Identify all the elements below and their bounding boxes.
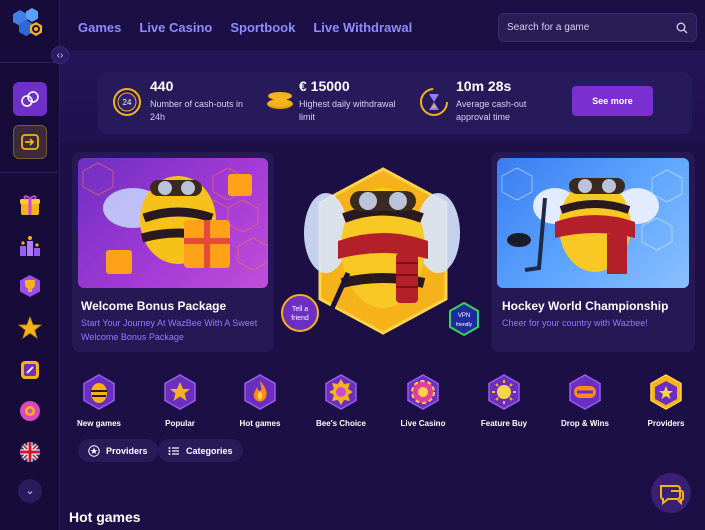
- welcome-bonus-image: [78, 158, 268, 288]
- sidebar-collapse-button[interactable]: ‹›: [51, 46, 69, 64]
- cashouts-badge: 24: [123, 98, 132, 107]
- tell-friend-bubble-text-2: friend: [291, 315, 309, 322]
- hero-bee-banner[interactable]: Tell a friend VPN friendly: [278, 163, 488, 343]
- category-feature-buy[interactable]: Feature Buy: [474, 373, 534, 428]
- stat-withdrawal-label-2: limit: [299, 112, 315, 122]
- category-label: New games: [76, 419, 122, 428]
- nav-live-casino[interactable]: Live Casino: [139, 20, 212, 35]
- search-icon[interactable]: [676, 22, 688, 34]
- bee-new-icon: [80, 373, 118, 411]
- categories-filter-label: Categories: [186, 445, 233, 456]
- hockey-championship-image: [497, 158, 689, 288]
- coins-icon: [21, 91, 39, 107]
- wazbee-logo[interactable]: [10, 6, 50, 46]
- badge-icon: [322, 373, 360, 411]
- language-flag-icon[interactable]: [17, 439, 43, 465]
- hex-star-icon: [647, 373, 685, 411]
- category-label: Bee's Choice: [316, 419, 366, 428]
- sidebar-divider: [0, 62, 60, 63]
- search-input[interactable]: [507, 22, 676, 33]
- promo-ticket-icon[interactable]: [17, 357, 43, 383]
- promo-card-hockey[interactable]: Hockey World Championship Cheer for your…: [491, 152, 695, 352]
- gold-coins-icon: [264, 86, 296, 118]
- nav-games[interactable]: Games: [78, 20, 121, 35]
- search-bar[interactable]: [498, 13, 697, 42]
- deposit-button[interactable]: [13, 125, 47, 159]
- stat-approval-value: 10m 28s: [456, 78, 512, 94]
- stat-withdrawal-value: € 15000: [299, 78, 350, 94]
- chevrons-horizontal-icon: ‹›: [56, 50, 64, 61]
- stat-approval: 10m 28s Average cash-out approval time: [456, 78, 526, 124]
- sidebar-more-button[interactable]: ⌄: [18, 479, 42, 503]
- nav-sportbook[interactable]: Sportbook: [230, 20, 295, 35]
- vpn-bubble-text-2: friendly: [456, 322, 473, 328]
- category-bees-choice[interactable]: Bee's Choice: [311, 373, 371, 428]
- stat-cashouts: 440 Number of cash-outs in 24h: [150, 78, 243, 124]
- chat-support-button[interactable]: [651, 473, 691, 513]
- category-label: Feature Buy: [480, 419, 528, 428]
- hockey-card-subtitle: Cheer for your country with Wazbee!: [502, 318, 648, 328]
- stat-withdrawal: € 15000 Highest daily withdrawal limit: [299, 78, 396, 124]
- nav-live-withdrawal[interactable]: Live Withdrawal: [313, 20, 412, 35]
- category-label: Hot games: [239, 419, 281, 428]
- see-more-button[interactable]: See more: [572, 86, 653, 116]
- gift-icon[interactable]: [17, 192, 43, 218]
- dew-icon: [566, 373, 604, 411]
- stat-cashouts-value: 440: [150, 78, 174, 94]
- star-icon[interactable]: [17, 315, 43, 341]
- category-label: Providers: [647, 419, 685, 428]
- providers-filter-button[interactable]: Providers: [78, 439, 158, 462]
- stat-approval-label: Average cash-out: [456, 99, 527, 109]
- deposit-icon: [21, 134, 39, 150]
- promo-card-welcome[interactable]: Welcome Bonus Package Start Your Journey…: [72, 152, 274, 352]
- clock-24h-icon: 24: [111, 86, 143, 118]
- categories-filter-button[interactable]: Categories: [158, 439, 243, 462]
- support-lifebuoy-icon[interactable]: [17, 398, 43, 424]
- chip-icon: [404, 373, 442, 411]
- cashback-button[interactable]: [13, 82, 47, 116]
- category-label: Drop & Wins: [561, 419, 609, 428]
- chevron-down-icon: ⌄: [25, 485, 35, 497]
- providers-star-icon: [88, 444, 100, 457]
- star-icon: [161, 373, 199, 411]
- sidebar: ⌄: [0, 0, 60, 530]
- category-new-games[interactable]: New games: [69, 373, 129, 428]
- hockey-card-title: Hockey World Championship: [502, 299, 669, 313]
- welcome-card-title: Welcome Bonus Package: [81, 299, 227, 313]
- providers-filter-label: Providers: [106, 445, 148, 456]
- stat-cashouts-label-2: 24h: [150, 112, 166, 122]
- category-live-casino[interactable]: Live Casino: [393, 373, 453, 428]
- vpn-bubble-text: VPN: [458, 313, 470, 319]
- hot-games-heading: Hot games: [69, 509, 141, 525]
- stat-approval-label-2: approval time: [456, 112, 511, 122]
- hourglass-icon: [418, 86, 450, 118]
- category-hot-games[interactable]: Hot games: [230, 373, 290, 428]
- category-providers[interactable]: Providers: [636, 373, 696, 428]
- welcome-card-subtitle-2: Welcome Bonus Package: [81, 332, 184, 342]
- category-popular[interactable]: Popular: [150, 373, 210, 428]
- flame-icon: [241, 373, 279, 411]
- stat-cashouts-label: Number of cash-outs in: [150, 99, 244, 109]
- top-navigation: Games Live Casino Sportbook Live Withdra…: [78, 20, 412, 35]
- stat-withdrawal-label: Highest daily withdrawal: [299, 99, 396, 109]
- category-label: Popular: [165, 419, 195, 428]
- welcome-card-subtitle: Start Your Journey At WazBee With A Swee…: [81, 318, 258, 328]
- list-icon: [168, 446, 179, 455]
- category-label: Live Casino: [400, 419, 446, 428]
- trophy-icon[interactable]: [17, 273, 43, 299]
- tell-friend-bubble-text: Tell a: [292, 306, 308, 313]
- chat-bubble-icon: [660, 485, 684, 506]
- category-drop-wins[interactable]: Drop & Wins: [555, 373, 615, 428]
- sidebar-divider: [0, 172, 60, 173]
- sun-icon: [485, 373, 523, 411]
- leaderboard-icon[interactable]: [17, 233, 43, 259]
